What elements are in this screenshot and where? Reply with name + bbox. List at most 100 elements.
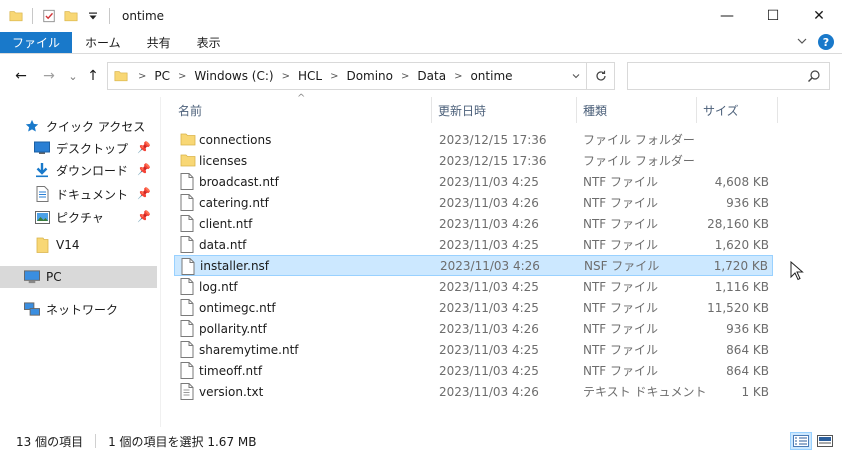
folder-icon[interactable] (8, 8, 24, 24)
column-header-type[interactable]: 種類 (577, 97, 696, 123)
file-row[interactable]: pollarity.ntf 2023/11/03 4:26 NTF ファイル 936 … (174, 318, 773, 339)
sidebar-item-documents[interactable]: ドキュメント 📌 (0, 183, 157, 205)
file-row[interactable]: client.ntf 2023/11/03 4:26 NTF ファイル 28,160 … (174, 213, 773, 234)
breadcrumb-pc[interactable]: PC (154, 69, 170, 83)
pin-icon[interactable]: 📌 (137, 210, 151, 223)
sidebar-item-pc[interactable]: PC (0, 266, 157, 288)
tab-home[interactable]: ホーム (72, 32, 134, 53)
file-type: NTF ファイル (583, 175, 659, 189)
recent-locations-button[interactable]: ⌄ (64, 67, 82, 85)
sidebar-item-downloads[interactable]: ダウンロード 📌 (0, 159, 157, 181)
file-type: NTF ファイル (583, 196, 659, 210)
mouse-cursor-icon (790, 260, 804, 284)
sidebar-item-v14[interactable]: V14 (0, 234, 157, 256)
file-type: NTF ファイル (583, 280, 659, 294)
pin-icon[interactable]: 📌 (137, 163, 151, 176)
customize-toolbar-icon[interactable] (85, 8, 101, 24)
file-row[interactable]: licenses 2023/12/15 17:36 ファイル フォルダー (174, 150, 773, 171)
file-date: 2023/11/03 4:26 (439, 384, 539, 399)
file-size: 936 KB (726, 195, 769, 210)
breadcrumb-chevron-icon[interactable]: > (178, 71, 186, 82)
column-headers: ^ 名前 更新日時 種類 サイズ (172, 93, 778, 123)
breadcrumb-domino[interactable]: Domino (346, 69, 393, 83)
file-row[interactable]: data.ntf 2023/11/03 4:25 NTF ファイル 1,620 KB (174, 234, 773, 255)
sidebar-item-desktop[interactable]: デスクトップ 📌 (0, 137, 157, 159)
breadcrumb-hcl[interactable]: HCL (298, 69, 322, 83)
breadcrumb-chevron-icon[interactable]: > (330, 71, 338, 82)
file-row[interactable]: sharemytime.ntf 2023/11/03 4:25 NTF ファイル 86… (174, 339, 773, 360)
breadcrumb-chevron-icon[interactable]: > (138, 71, 146, 82)
file-row[interactable]: log.ntf 2023/11/03 4:25 NTF ファイル 1,116 KB (174, 276, 773, 297)
search-input[interactable] (628, 63, 798, 89)
details-view-button[interactable] (790, 432, 812, 450)
new-folder-icon[interactable] (63, 8, 79, 24)
file-icon (180, 362, 196, 379)
search-icon[interactable] (807, 69, 821, 86)
back-button[interactable]: ← (12, 67, 30, 85)
breadcrumb-data[interactable]: Data (417, 69, 446, 83)
file-row[interactable]: connections 2023/12/15 17:36 ファイル フォルダー (174, 129, 773, 150)
tab-view[interactable]: 表示 (184, 32, 234, 53)
download-icon (34, 162, 50, 178)
file-icon (180, 278, 196, 295)
file-row[interactable]: broadcast.ntf 2023/11/03 4:25 NTF ファイル 4,60… (174, 171, 773, 192)
status-item-count: 13 個の項目 (16, 434, 84, 449)
pin-icon[interactable]: 📌 (137, 187, 151, 200)
file-row[interactable]: ontimegc.ntf 2023/11/03 4:25 NTF ファイル 11,52… (174, 297, 773, 318)
sidebar-item-pictures[interactable]: ピクチャ 📌 (0, 206, 157, 228)
file-name: data.ntf (199, 237, 247, 252)
column-header-date[interactable]: 更新日時 (432, 97, 576, 123)
file-date: 2023/12/15 17:36 (439, 132, 547, 147)
sidebar-item-label: クイック アクセス (46, 119, 146, 134)
column-header-name[interactable]: 名前 (172, 97, 431, 123)
ribbon-expand-chevron-down-icon[interactable] (796, 35, 808, 50)
folder-icon (34, 237, 50, 253)
file-row[interactable]: version.txt 2023/11/03 4:26 テキスト ドキュメント 1 K… (174, 381, 773, 402)
breadcrumb-windows-c[interactable]: Windows (C:) (194, 69, 273, 83)
search-box[interactable] (627, 62, 830, 90)
large-icons-view-button[interactable] (814, 432, 836, 450)
address-dropdown-button[interactable] (566, 63, 586, 89)
sidebar-item-quick-access[interactable]: クイック アクセス (0, 115, 157, 137)
file-type: ファイル フォルダー (583, 133, 695, 147)
pane-divider[interactable] (160, 97, 161, 427)
tab-file[interactable]: ファイル (0, 32, 73, 53)
breadcrumb-chevron-icon[interactable]: > (282, 71, 290, 82)
column-header-size[interactable]: サイズ (697, 97, 777, 123)
address-bar[interactable]: > PC > Windows (C:) > HCL > Domino > Dat… (107, 62, 615, 90)
refresh-button[interactable] (586, 63, 614, 89)
column-divider[interactable] (777, 97, 778, 123)
file-date: 2023/11/03 4:26 (439, 216, 539, 231)
back-arrow-icon: ← (15, 68, 27, 84)
folder-icon (114, 69, 128, 83)
file-size: 1,116 KB (714, 279, 769, 294)
file-row[interactable]: timeoff.ntf 2023/11/03 4:25 NTF ファイル 864 KB (174, 360, 773, 381)
file-row[interactable]: installer.nsf 2023/11/03 4:26 NSF ファイル 1,72… (174, 255, 773, 276)
file-name: sharemytime.ntf (199, 342, 299, 357)
breadcrumb-chevron-icon[interactable]: > (401, 71, 409, 82)
up-arrow-icon: ↑ (87, 68, 99, 84)
desktop-icon (34, 140, 50, 156)
breadcrumb-chevron-icon[interactable]: > (454, 71, 462, 82)
properties-icon[interactable] (41, 8, 57, 24)
help-icon[interactable]: ? (818, 34, 834, 50)
up-button[interactable]: ↑ (84, 67, 102, 85)
breadcrumb-ontime[interactable]: ontime (470, 69, 512, 83)
pin-icon[interactable]: 📌 (137, 141, 151, 154)
sidebar-item-network[interactable]: ネットワーク (0, 298, 157, 320)
minimize-button[interactable]: — (704, 0, 750, 32)
close-button[interactable]: ✕ (796, 0, 842, 32)
file-type: NSF ファイル (584, 259, 660, 273)
forward-button[interactable]: → (40, 67, 58, 85)
navigation-bar: ← → ⌄ ↑ > PC > Windows (C:) > HCL > Domi… (0, 55, 842, 97)
file-type: NTF ファイル (583, 301, 659, 315)
details-view-icon (793, 435, 809, 447)
tab-share[interactable]: 共有 (134, 32, 184, 53)
minimize-icon: — (720, 8, 734, 24)
file-size: 28,160 KB (707, 216, 769, 231)
sidebar-item-label: PC (46, 270, 62, 284)
file-row[interactable]: catering.ntf 2023/11/03 4:26 NTF ファイル 936 K… (174, 192, 773, 213)
file-size: 11,520 KB (707, 300, 769, 315)
file-date: 2023/11/03 4:26 (439, 321, 539, 336)
maximize-button[interactable]: ☐ (750, 0, 796, 32)
